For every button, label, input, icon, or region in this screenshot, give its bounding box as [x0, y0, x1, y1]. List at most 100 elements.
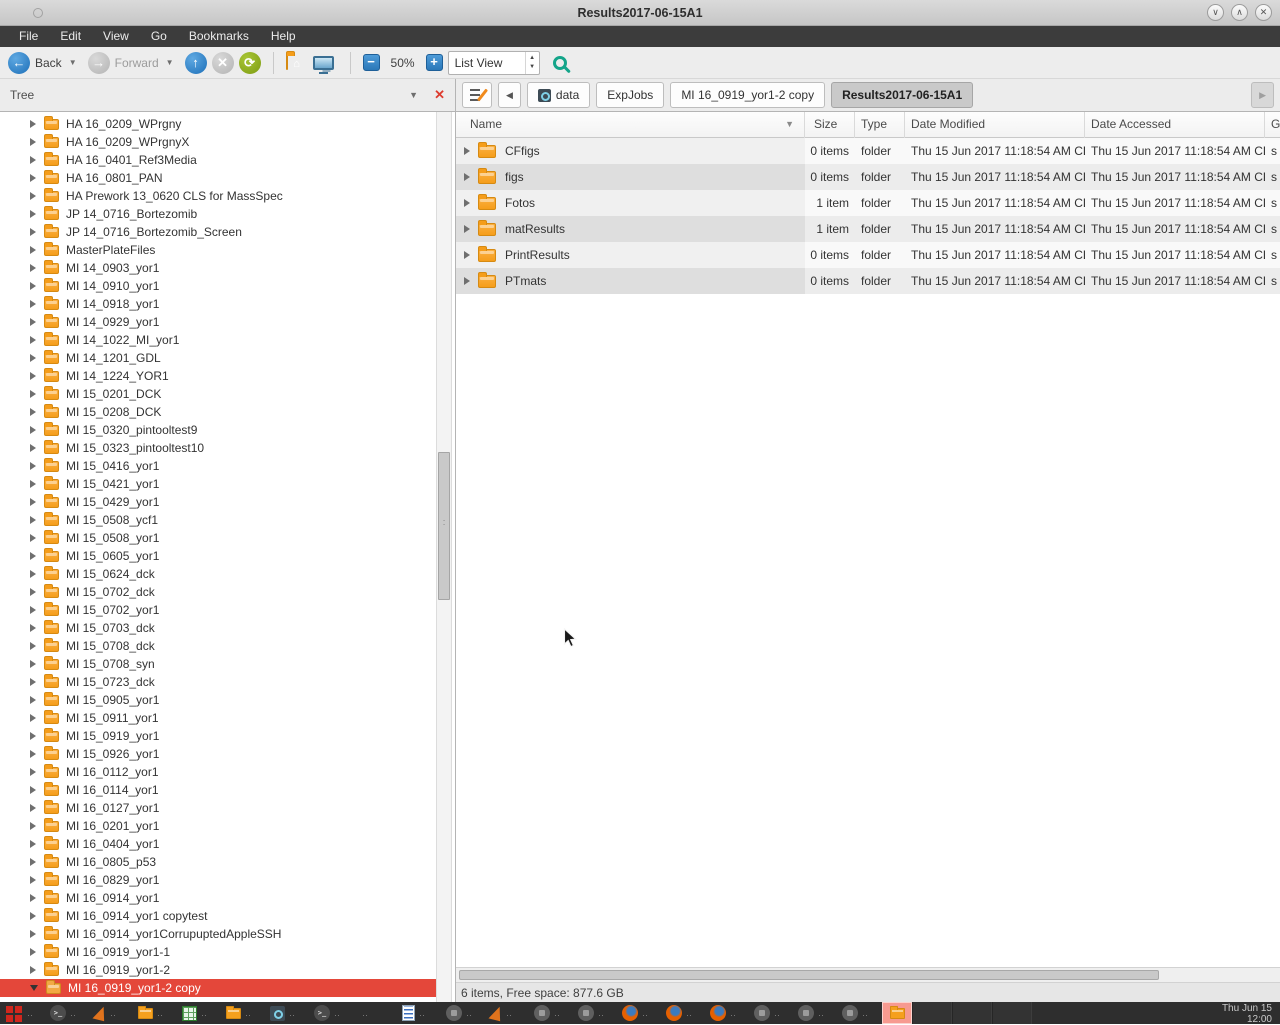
expander-icon[interactable]	[464, 225, 470, 233]
menu-edit[interactable]: Edit	[49, 26, 92, 47]
search-icon[interactable]	[553, 56, 567, 70]
expander-icon[interactable]	[30, 174, 36, 182]
path-segment-expjobs[interactable]: ExpJobs	[596, 82, 664, 108]
expander-icon[interactable]	[30, 228, 36, 236]
column-header-type[interactable]: Type	[855, 112, 905, 138]
expander-icon[interactable]	[30, 894, 36, 902]
back-button[interactable]: Back	[35, 56, 62, 70]
minimize-button[interactable]: ∨	[1207, 4, 1224, 21]
taskbar-item-firefox[interactable]: ‥	[662, 1002, 706, 1024]
taskbar-item-folder-active[interactable]	[882, 1002, 912, 1024]
tree-item[interactable]: MasterPlateFiles	[0, 241, 436, 259]
tree-item[interactable]: JP 14_0716_Bortezomib	[0, 205, 436, 223]
zoom-out-button[interactable]: −	[363, 54, 380, 71]
home-button[interactable]: ⌂	[286, 55, 308, 71]
path-segment-data[interactable]: data	[527, 82, 590, 108]
expander-icon[interactable]	[30, 840, 36, 848]
back-dropdown-icon[interactable]: ▼	[69, 58, 77, 67]
file-row[interactable]: CFfigs0 itemsfolderThu 15 Jun 2017 11:18…	[456, 138, 1280, 164]
taskbar-item-appwin[interactable]: ‥	[442, 1002, 486, 1024]
tree-item[interactable]: MI 16_0112_yor1	[0, 763, 436, 781]
column-header-name[interactable]: Name ▼	[456, 112, 805, 138]
tree-item[interactable]: MI 15_0208_DCK	[0, 403, 436, 421]
expander-icon[interactable]	[30, 120, 36, 128]
expander-icon[interactable]	[30, 318, 36, 326]
expander-icon[interactable]	[30, 336, 36, 344]
expander-icon[interactable]	[30, 552, 36, 560]
forward-icon[interactable]: →	[88, 52, 110, 74]
tree-item[interactable]: HA 16_0209_WPrgnyX	[0, 133, 436, 151]
tree-item[interactable]: MI 15_0703_dck	[0, 619, 436, 637]
forward-dropdown-icon[interactable]: ▼	[166, 58, 174, 67]
expander-icon[interactable]	[30, 732, 36, 740]
taskbar-item-matlab[interactable]: ‥	[90, 1002, 134, 1024]
file-row[interactable]: PrintResults0 itemsfolderThu 15 Jun 2017…	[456, 242, 1280, 268]
tree-item[interactable]: MI 15_0911_yor1	[0, 709, 436, 727]
expander-icon[interactable]	[30, 768, 36, 776]
column-header-date-modified[interactable]: Date Modified	[905, 112, 1085, 138]
expander-icon[interactable]	[30, 588, 36, 596]
expander-icon[interactable]	[464, 173, 470, 181]
expander-icon[interactable]	[30, 264, 36, 272]
expander-icon[interactable]	[30, 246, 36, 254]
expander-icon[interactable]	[30, 480, 36, 488]
menu-view[interactable]: View	[92, 26, 140, 47]
horizontal-scrollbar[interactable]	[456, 967, 1280, 983]
expander-icon[interactable]	[30, 372, 36, 380]
tree-item[interactable]: MI 15_0905_yor1	[0, 691, 436, 709]
taskbar-item-appwin[interactable]: ‥	[750, 1002, 794, 1024]
spin-up-icon[interactable]: ▲	[529, 55, 535, 61]
up-button[interactable]: ↑	[185, 52, 207, 74]
tree-item[interactable]: MI 16_0914_yor1	[0, 889, 436, 907]
taskbar-item-calc[interactable]: ‥	[178, 1002, 222, 1024]
expander-icon[interactable]	[30, 714, 36, 722]
expander-icon[interactable]	[30, 516, 36, 524]
tree-item[interactable]: MI 16_0919_yor1-2	[0, 961, 436, 979]
taskbar-clock[interactable]: Thu Jun 15 12:00	[1222, 1002, 1280, 1024]
taskbar-item-launcher[interactable]: ‥	[2, 1002, 46, 1024]
tree-item[interactable]: MI 16_0919_yor1-1	[0, 943, 436, 961]
tree-item[interactable]: MI 15_0320_pintooltest9	[0, 421, 436, 439]
tree-item[interactable]: MI 15_0605_yor1	[0, 547, 436, 565]
taskbar-item-firefox[interactable]: ‥	[706, 1002, 750, 1024]
taskbar-item-writer[interactable]: ‥	[398, 1002, 442, 1024]
path-scroll-right-button[interactable]: ▶	[1251, 82, 1274, 108]
expander-icon[interactable]	[30, 930, 36, 938]
expander-icon[interactable]	[30, 390, 36, 398]
tree-item[interactable]: MI 16_0914_yor1 copytest	[0, 907, 436, 925]
column-header-date-accessed[interactable]: Date Accessed	[1085, 112, 1265, 138]
back-icon[interactable]: ←	[8, 52, 30, 74]
menu-go[interactable]: Go	[140, 26, 178, 47]
expander-icon[interactable]	[30, 300, 36, 308]
expander-icon[interactable]	[30, 966, 36, 974]
expander-icon[interactable]	[30, 642, 36, 650]
tree-item[interactable]: JP 14_0716_Bortezomib_Screen	[0, 223, 436, 241]
expander-icon[interactable]	[30, 156, 36, 164]
tree-item[interactable]: MI 15_0508_ycf1	[0, 511, 436, 529]
taskbar-item-folder[interactable]: ‥	[134, 1002, 178, 1024]
tree-item[interactable]: MI 15_0429_yor1	[0, 493, 436, 511]
tree-item[interactable]: MI 16_0114_yor1	[0, 781, 436, 799]
expander-icon[interactable]	[30, 858, 36, 866]
tree-item[interactable]: MI 15_0702_yor1	[0, 601, 436, 619]
tree-item[interactable]: HA 16_0401_Ref3Media	[0, 151, 436, 169]
column-header-size[interactable]: Size	[805, 112, 855, 138]
taskbar-item-appwin[interactable]: ‥	[838, 1002, 882, 1024]
menu-help[interactable]: Help	[260, 26, 307, 47]
expander-icon[interactable]	[30, 534, 36, 542]
tree-item[interactable]: MI 14_0903_yor1	[0, 259, 436, 277]
taskbar-item-folder-brown[interactable]: ‥	[354, 1002, 398, 1024]
taskbar-item-folder[interactable]: ‥	[222, 1002, 266, 1024]
taskbar-item-matlab[interactable]: ‥	[486, 1002, 530, 1024]
expander-icon[interactable]	[30, 678, 36, 686]
spin-down-icon[interactable]: ▼	[529, 64, 535, 70]
tree-item[interactable]: MI 15_0926_yor1	[0, 745, 436, 763]
expander-icon[interactable]	[30, 444, 36, 452]
expander-icon[interactable]	[30, 606, 36, 614]
refresh-button[interactable]: ⟳	[239, 52, 261, 74]
tree-item[interactable]: MI 16_0404_yor1	[0, 835, 436, 853]
sort-indicator-icon[interactable]: ▼	[785, 112, 794, 137]
tree-item[interactable]: HA 16_0801_PAN	[0, 169, 436, 187]
tree-item[interactable]: HA Prework 13_0620 CLS for MassSpec	[0, 187, 436, 205]
menu-file[interactable]: File	[8, 26, 49, 47]
